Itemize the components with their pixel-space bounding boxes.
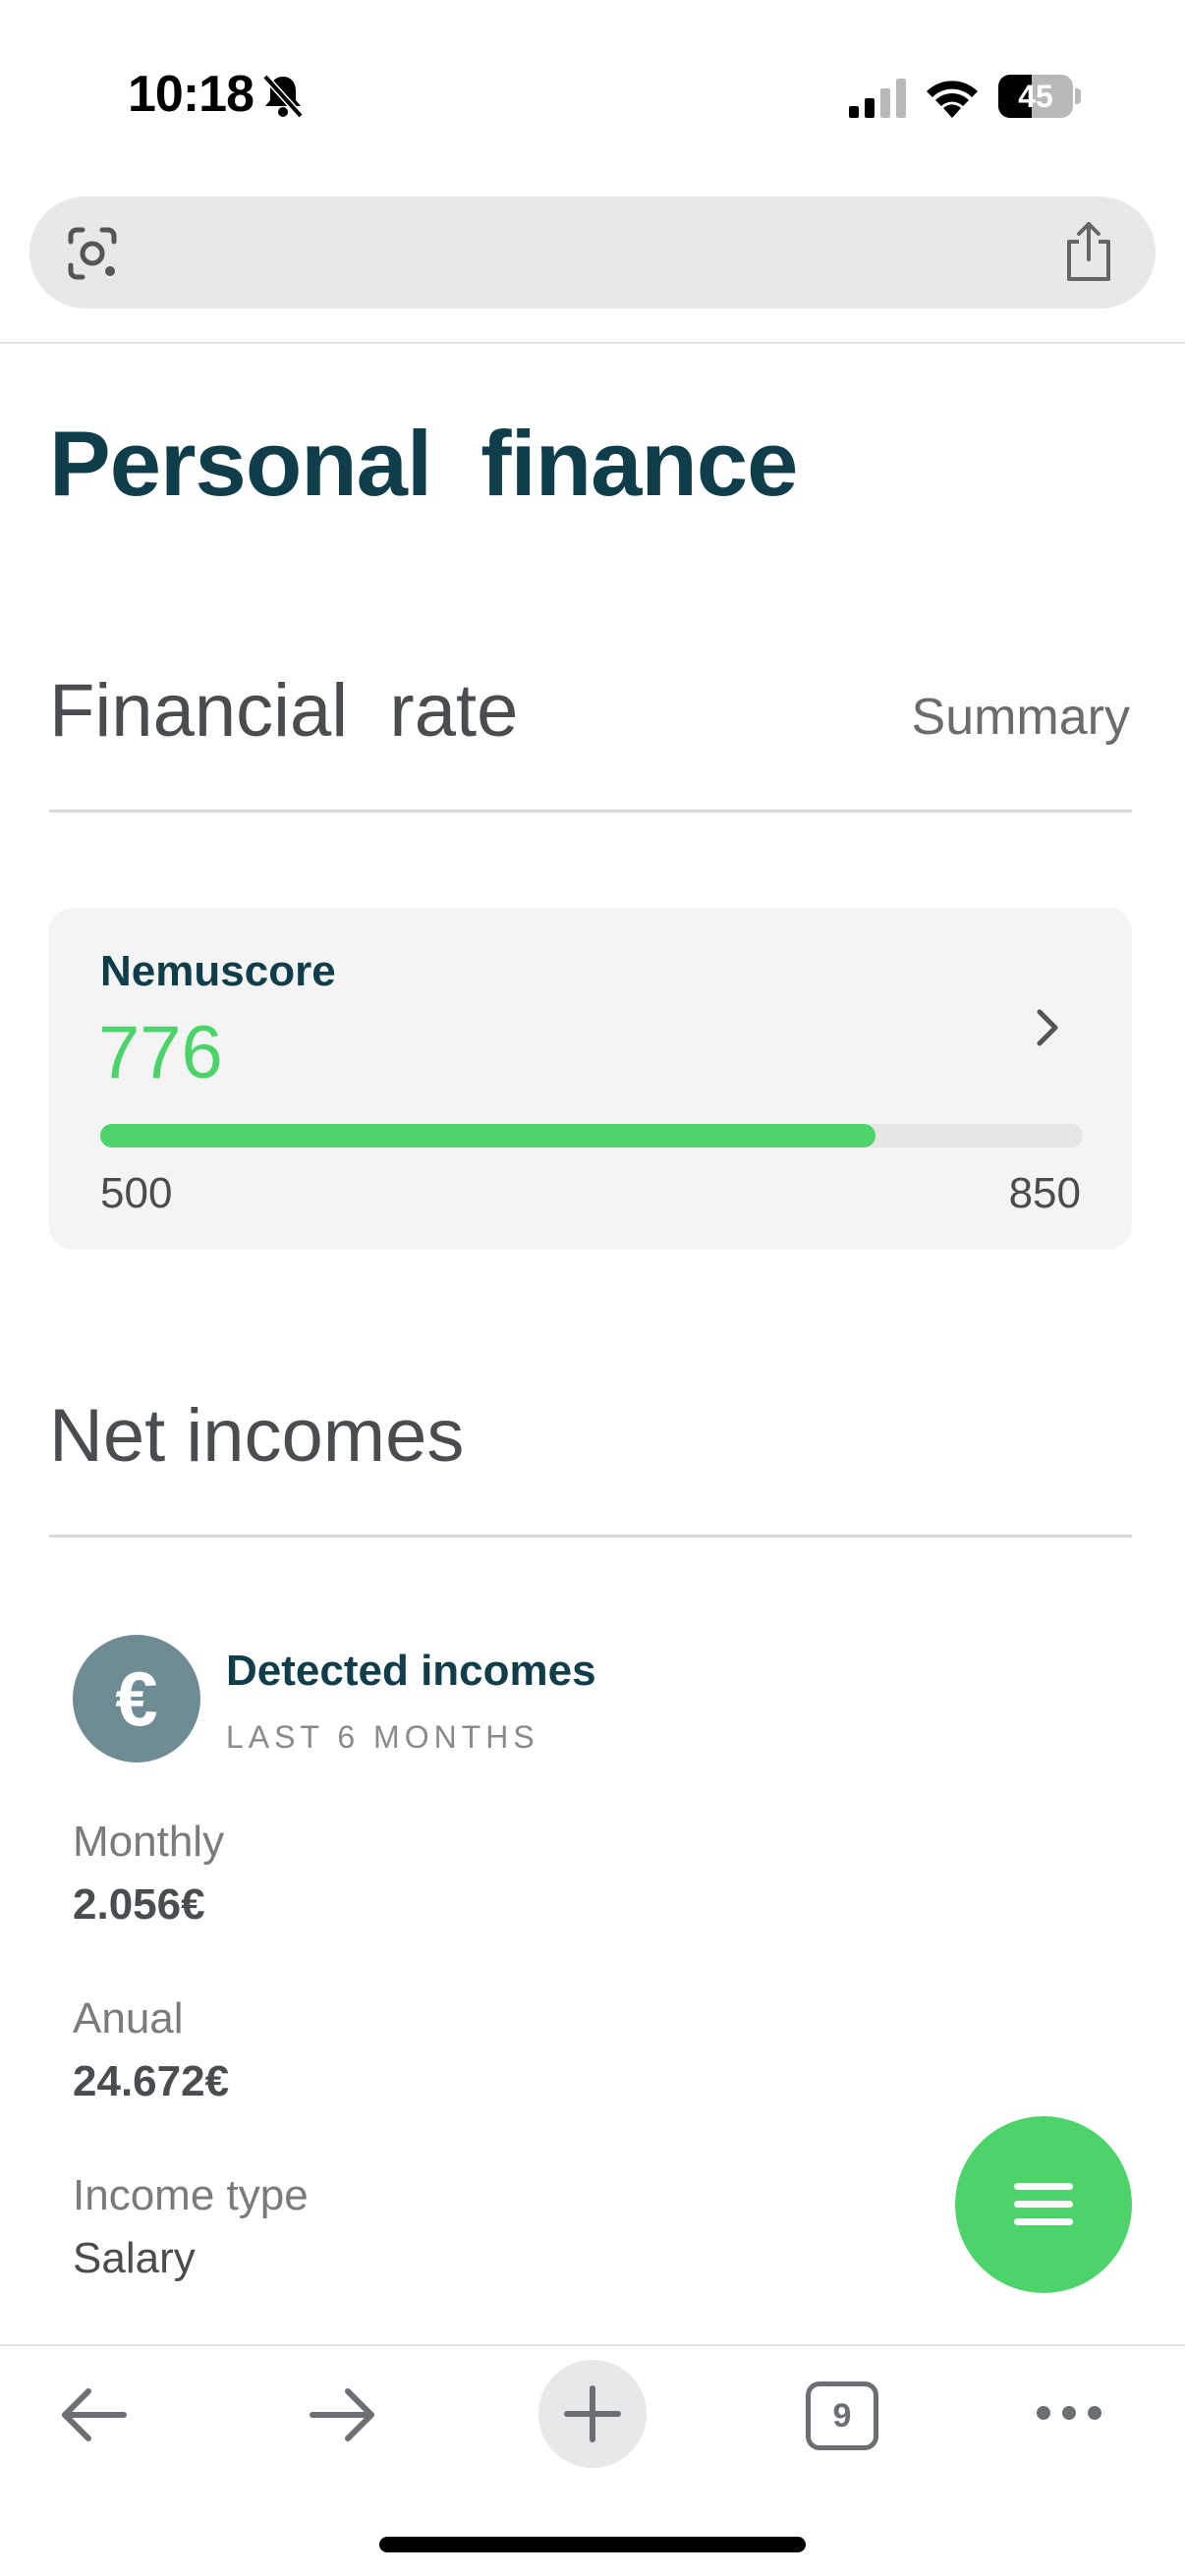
euro-icon: € xyxy=(73,1635,200,1763)
plus-icon xyxy=(564,2385,621,2442)
chevron-right-icon[interactable] xyxy=(1028,1002,1067,1053)
new-tab-button[interactable] xyxy=(538,2360,647,2468)
status-bar: 10:18 45 xyxy=(0,0,1185,187)
arrow-right-icon[interactable] xyxy=(307,2385,377,2444)
battery-level: 45 xyxy=(1018,79,1053,114)
income-type-value: Salary xyxy=(73,2234,196,2282)
signal-icon xyxy=(849,79,906,118)
monthly-label: Monthly xyxy=(73,1818,225,1866)
more-dots-icon[interactable] xyxy=(1034,2403,1104,2423)
income-card-subtitle: LAST 6 MONTHS xyxy=(226,1719,539,1755)
tab-switcher-button[interactable]: 9 xyxy=(806,2381,878,2450)
summary-link[interactable]: Summary xyxy=(912,688,1130,747)
divider xyxy=(49,810,1132,812)
net-incomes-title: Net incomes xyxy=(49,1394,465,1478)
income-card-title: Detected incomes xyxy=(226,1647,596,1695)
divider xyxy=(0,342,1185,344)
score-value: 776 xyxy=(98,1011,223,1094)
score-progress-fill xyxy=(100,1124,875,1148)
nemuscore-card[interactable]: Nemuscore 776 500 850 xyxy=(49,908,1132,1250)
home-indicator xyxy=(379,2537,806,2552)
address-bar[interactable] xyxy=(29,196,1156,308)
score-label: Nemuscore xyxy=(100,947,336,995)
annual-label: Anual xyxy=(73,1994,184,2043)
bell-slash-icon xyxy=(262,74,304,119)
arrow-left-icon[interactable] xyxy=(59,2385,130,2444)
score-min: 500 xyxy=(100,1169,173,1217)
share-icon[interactable] xyxy=(1061,220,1116,283)
score-progress-track xyxy=(100,1124,1083,1148)
divider xyxy=(49,1535,1132,1538)
monthly-value: 2.056€ xyxy=(73,1880,205,1929)
page-title: Personal finance xyxy=(49,412,798,515)
score-max: 850 xyxy=(1008,1169,1081,1217)
income-type-label: Income type xyxy=(73,2171,309,2219)
financial-rate-title: Financial rate xyxy=(49,669,519,753)
status-time: 10:18 xyxy=(128,66,254,123)
menu-icon xyxy=(1014,2183,1073,2225)
euro-symbol: € xyxy=(115,1655,158,1742)
menu-button[interactable] xyxy=(955,2116,1132,2293)
annual-value: 24.672€ xyxy=(73,2057,230,2105)
battery-indicator: 45 xyxy=(998,75,1081,118)
wifi-icon xyxy=(927,81,978,118)
camera-lens-icon[interactable] xyxy=(63,224,122,283)
